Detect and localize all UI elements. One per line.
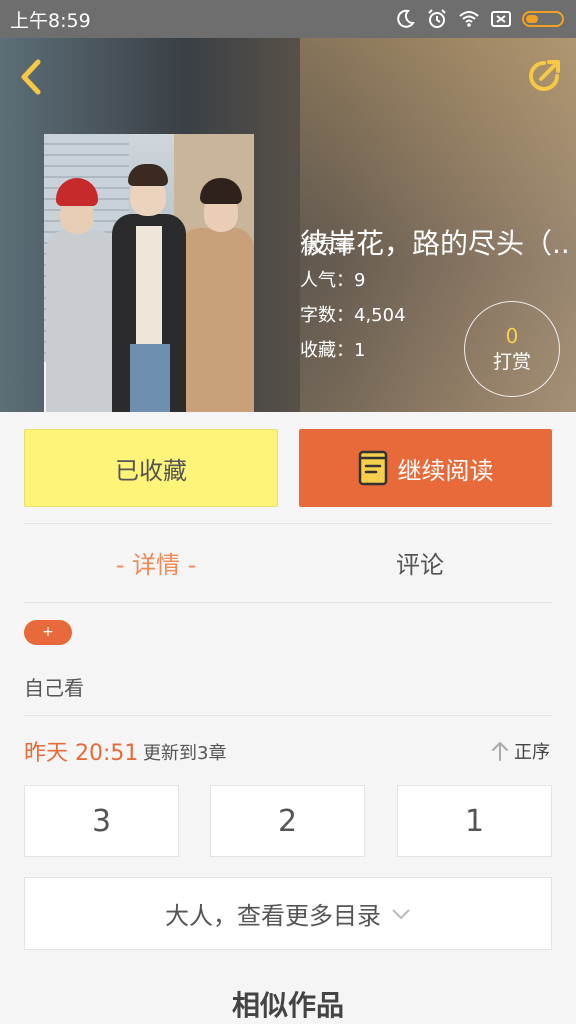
- book-favorites: 收藏：1: [300, 340, 366, 361]
- book-description: 自己看: [24, 676, 84, 700]
- wifi-icon: [459, 11, 479, 27]
- status-time: 上午8:59: [10, 9, 91, 32]
- battery-icon: [522, 11, 564, 27]
- share-button[interactable]: [524, 56, 564, 96]
- book-word-count: 字数：4,504: [300, 305, 406, 326]
- book-popularity: 人气：9: [300, 270, 366, 291]
- divider: [24, 523, 552, 524]
- tab-details[interactable]: - 详情 -: [24, 545, 288, 585]
- divider: [24, 602, 552, 603]
- book-icon: [358, 450, 387, 486]
- tip-button[interactable]: 0 打赏: [464, 301, 560, 397]
- update-time: 昨天 20:51: [24, 741, 139, 766]
- book-cover[interactable]: [44, 134, 254, 412]
- sort-order-label: 正序: [514, 742, 550, 763]
- sim-off-icon: [491, 11, 511, 27]
- more-directory-label: 大人，查看更多目录: [165, 902, 381, 930]
- status-icons: [394, 8, 564, 30]
- add-tag-button[interactable]: +: [24, 620, 72, 645]
- collected-button[interactable]: 已收藏: [24, 429, 278, 507]
- divider: [24, 715, 552, 716]
- book-header: 彼岸花，路的尽头（... 澜灵寄 人气：9 字数：4,504 收藏：1 0 打赏: [0, 38, 576, 412]
- sort-order-button[interactable]: 正序: [490, 738, 550, 764]
- moon-icon: [397, 9, 415, 28]
- collected-label: 已收藏: [115, 456, 187, 485]
- chevron-down-icon: [392, 908, 410, 919]
- back-button[interactable]: [14, 56, 48, 98]
- tip-count: 0: [505, 324, 519, 348]
- book-author[interactable]: 澜灵寄: [300, 232, 354, 258]
- arrow-up-icon: [492, 742, 508, 761]
- tip-label: 打赏: [492, 351, 531, 373]
- continue-reading-button[interactable]: 继续阅读: [299, 429, 552, 507]
- chapter-label: 2: [277, 803, 298, 839]
- tab-comments[interactable]: 评论: [288, 545, 552, 585]
- chapter-button[interactable]: 3: [24, 785, 179, 857]
- alarm-icon: [428, 9, 446, 28]
- status-bar: 上午8:59: [0, 0, 576, 38]
- chapter-button[interactable]: 1: [397, 785, 552, 857]
- update-text: 更新到3章: [143, 743, 227, 764]
- more-directory-button[interactable]: 大人，查看更多目录: [24, 877, 552, 950]
- chapter-label: 1: [464, 803, 485, 839]
- chapter-label: 3: [91, 803, 112, 839]
- continue-reading-label: 继续阅读: [397, 456, 494, 485]
- chapter-button[interactable]: 2: [210, 785, 365, 857]
- similar-works-heading: 相似作品: [231, 989, 344, 1022]
